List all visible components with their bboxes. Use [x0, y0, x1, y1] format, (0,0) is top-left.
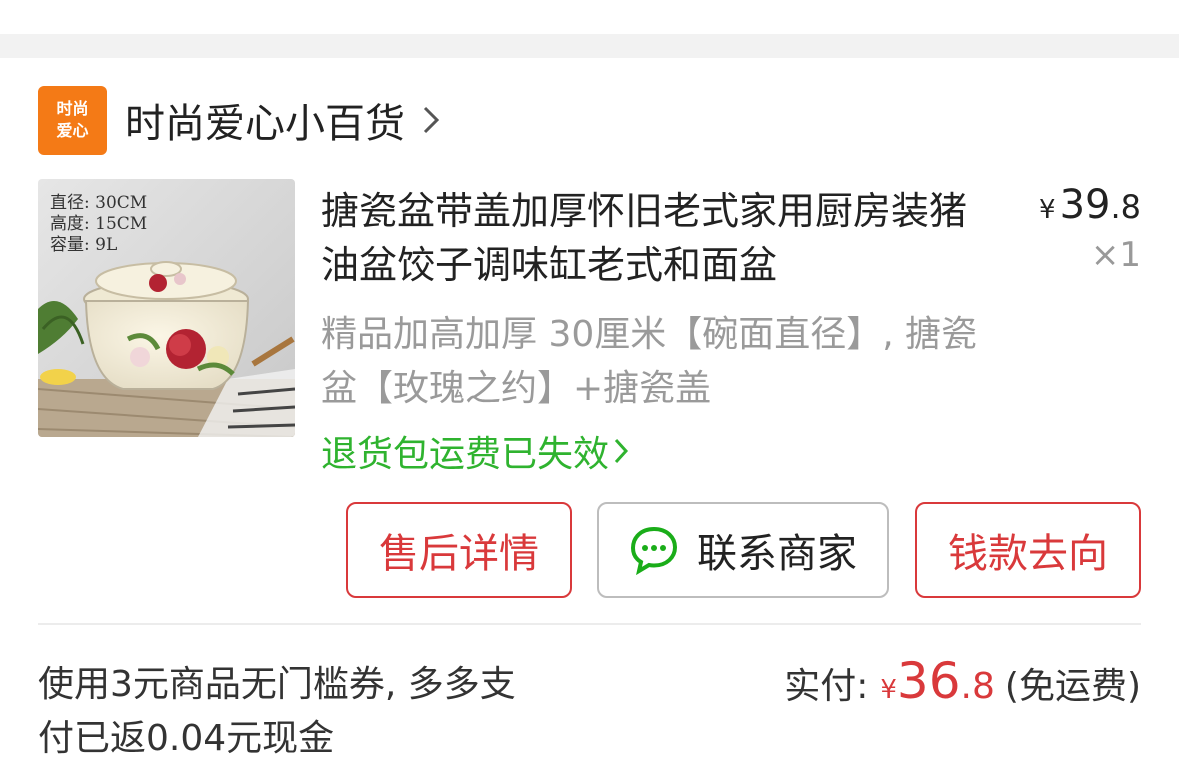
money-flow-label: 钱款去向	[948, 531, 1108, 577]
product-title[interactable]: 搪瓷盆带盖加厚怀旧老式家用厨房装猪油盆饺子调味缸老式和面盆	[321, 184, 1001, 292]
spec-capacity: 容量: 9L	[50, 235, 118, 255]
money-flow-button[interactable]: 钱款去向	[915, 502, 1141, 598]
contact-seller-button[interactable]: 联系商家	[597, 502, 889, 598]
contact-seller-label: 联系商家	[697, 531, 857, 577]
spec-diameter: 直径: 30CM	[50, 193, 148, 213]
spec-height: 高度: 15CM	[50, 214, 148, 234]
refund-shipping-text[interactable]: 退货包运费已失效	[321, 425, 609, 477]
coupon-note: 使用3元商品无门槛券, 多多支付已返0.04元现金	[38, 664, 516, 759]
product-variant: 精品加高加厚 30厘米【碗面直径】, 搪瓷盆【玫瑰之约】+搪瓷盖	[321, 314, 978, 409]
product-quantity: ×1	[1090, 235, 1141, 275]
price-integer: 39	[1059, 182, 1111, 228]
paid-label: 实付:	[784, 666, 869, 707]
shield-icon	[60, 0, 80, 6]
shop-header[interactable]: 时尚爱心 时尚爱心小百货	[38, 85, 441, 155]
paid-decimal: .8	[960, 666, 995, 707]
after-sale-button[interactable]: 售后详情	[346, 502, 572, 598]
section-gap	[0, 34, 1179, 58]
paid-summary: 实付: ¥ 36 .8 (免运费)	[784, 652, 1141, 710]
paid-integer: 36	[896, 652, 961, 710]
paid-currency: ¥	[880, 675, 897, 705]
top-strip	[0, 0, 1179, 34]
product-price: ¥39.8	[1039, 182, 1141, 228]
product-image-spec: 直径: 30CM 高度: 15CM 容量: 9L	[50, 193, 147, 256]
refund-shipping-link[interactable]: 退货包运费已失效	[321, 425, 629, 477]
shop-name[interactable]: 时尚爱心小百货	[125, 91, 405, 149]
chat-bubble-icon	[630, 526, 678, 575]
shipping-note: (免运费)	[1004, 666, 1141, 707]
divider	[38, 623, 1141, 625]
shop-logo: 时尚爱心	[38, 85, 107, 155]
chevron-right-icon[interactable]	[421, 105, 441, 135]
chevron-right-icon	[614, 438, 629, 464]
shop-logo-text: 时尚爱心	[56, 99, 89, 140]
after-sale-label: 售后详情	[379, 531, 539, 577]
product-image[interactable]: 直径: 30CM 高度: 15CM 容量: 9L	[38, 179, 295, 437]
price-currency: ¥	[1039, 195, 1056, 225]
price-decimal: .8	[1110, 188, 1141, 226]
